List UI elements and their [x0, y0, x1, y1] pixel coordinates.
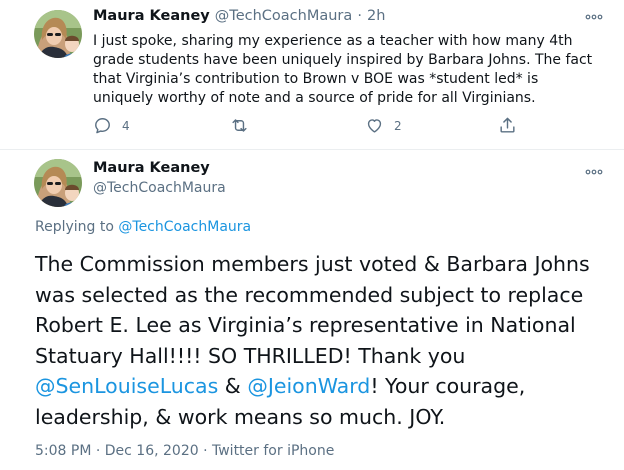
share-icon [500, 117, 515, 133]
replying-label: Replying to [35, 219, 119, 235]
share-button[interactable] [498, 116, 517, 135]
author-line: Maura Keaney @TechCoachMaura · 2h [93, 8, 385, 24]
more-options-icon[interactable] [585, 10, 603, 24]
author-handle[interactable]: @TechCoachMaura [93, 180, 226, 196]
avatar[interactable] [34, 10, 82, 58]
replying-to: Replying to @TechCoachMaura [35, 219, 251, 235]
tweet-text-part: & [218, 374, 248, 398]
tweet-time[interactable]: 2h [367, 8, 385, 24]
like-button[interactable]: 2 [365, 116, 402, 135]
tweet-meta[interactable]: 5:08 PM · Dec 16, 2020 · Twitter for iPh… [35, 443, 334, 459]
author-name[interactable]: Maura Keaney [93, 160, 210, 176]
like-count: 2 [394, 118, 402, 133]
retweet-icon [232, 119, 247, 132]
tweet-text-part: The Commission members just voted & Barb… [35, 252, 590, 368]
reply-button[interactable]: 4 [93, 116, 130, 135]
avatar[interactable] [34, 159, 82, 207]
more-options-icon[interactable] [585, 165, 603, 179]
divider [0, 149, 624, 150]
mention-link[interactable]: @SenLouiseLucas [35, 374, 218, 398]
replying-to-link[interactable]: @TechCoachMaura [118, 219, 251, 235]
tweet-text: I just spoke, sharing my experience as a… [93, 33, 593, 106]
author-name[interactable]: Maura Keaney [93, 8, 210, 24]
retweet-button[interactable] [230, 116, 259, 135]
tweet-actions: 4 2 [93, 116, 533, 136]
reply-count: 4 [122, 118, 130, 133]
heart-icon [367, 119, 382, 133]
reply-icon [95, 118, 110, 134]
author-handle[interactable]: @TechCoachMaura [215, 8, 352, 24]
separator-dot: · [357, 8, 362, 24]
mention-link[interactable]: @JeionWard [247, 374, 370, 398]
tweet-text: The Commission members just voted & Barb… [35, 249, 605, 432]
